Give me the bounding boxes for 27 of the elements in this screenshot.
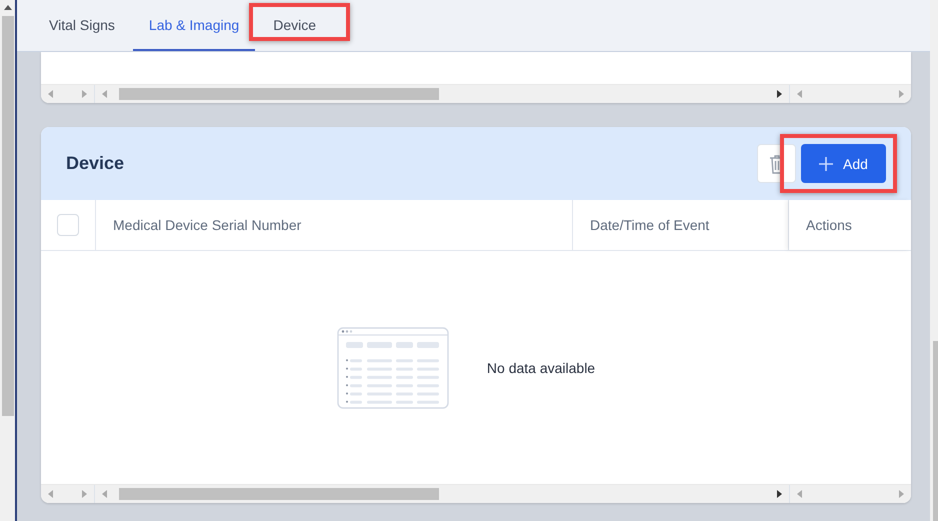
scroll-left-icon[interactable] [47,490,53,498]
section-title: Device [66,153,124,174]
column-header: Actions [806,217,852,233]
scroll-right-icon[interactable] [777,490,783,498]
scroll-left-icon[interactable] [47,90,53,98]
scroll-up-icon[interactable] [2,4,12,10]
scroll-left-icon[interactable] [796,90,802,98]
scrollbar-thumb[interactable] [2,16,14,416]
scroll-left-icon[interactable] [796,490,802,498]
scroll-right-icon[interactable] [777,90,783,98]
scrollbar-thumb[interactable] [933,341,938,521]
delete-button[interactable] [757,144,796,183]
empty-table-icon [336,326,449,408]
column-header: Date/Time of Event [590,217,710,233]
scrollbar[interactable] [0,0,17,521]
plus-icon [819,156,834,170]
scrollbar[interactable] [930,0,938,521]
scrollbar-thumb[interactable] [119,88,439,100]
column-header: Medical Device Serial Number [113,217,302,233]
empty-message: No data available [486,360,596,376]
tab[interactable]: Device [257,0,332,51]
scroll-left-icon[interactable] [101,90,107,98]
select-all-checkbox[interactable] [57,214,79,236]
tab[interactable]: Vital Signs [33,0,131,51]
scrollbar-thumb[interactable] [119,488,439,500]
scroll-left-icon[interactable] [101,490,107,498]
add-button[interactable]: Add [801,144,886,183]
